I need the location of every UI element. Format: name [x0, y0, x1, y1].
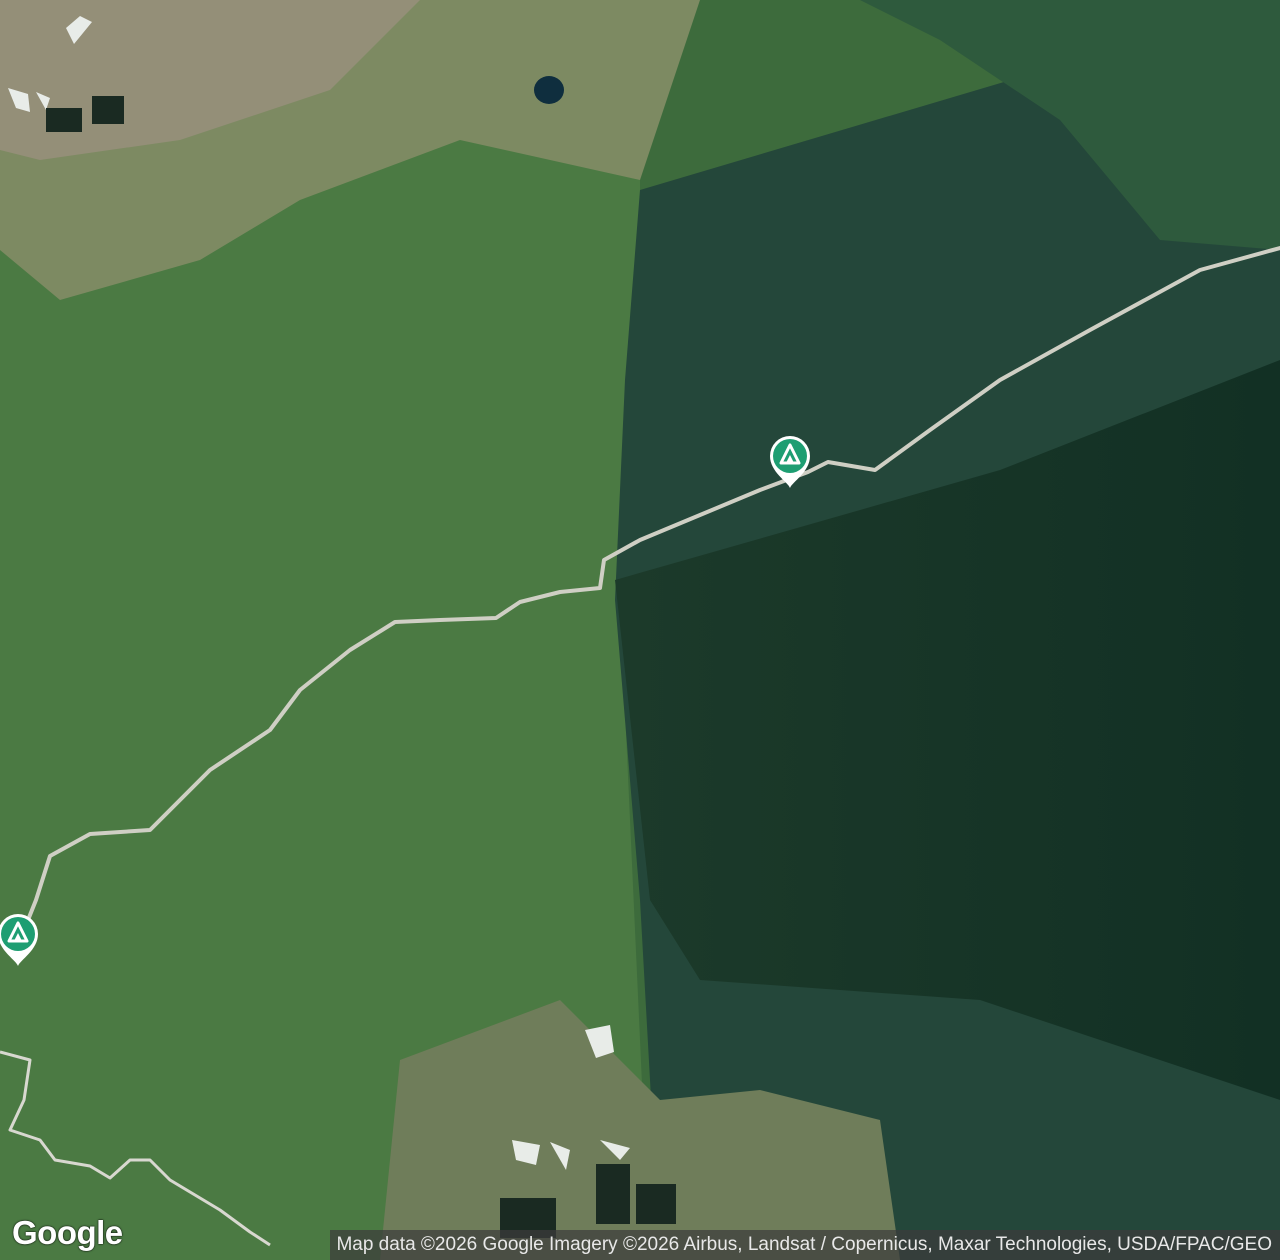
alpine-lake	[534, 76, 564, 104]
campground-marker-1[interactable]	[766, 432, 814, 490]
map-attribution: Map data ©2026 Google Imagery ©2026 Airb…	[330, 1230, 1280, 1260]
tent-icon	[0, 914, 38, 966]
campground-marker-2[interactable]	[0, 910, 42, 968]
satellite-map[interactable]	[0, 0, 1280, 1260]
tent-icon	[770, 436, 810, 488]
google-logo[interactable]: Google	[12, 1214, 123, 1252]
